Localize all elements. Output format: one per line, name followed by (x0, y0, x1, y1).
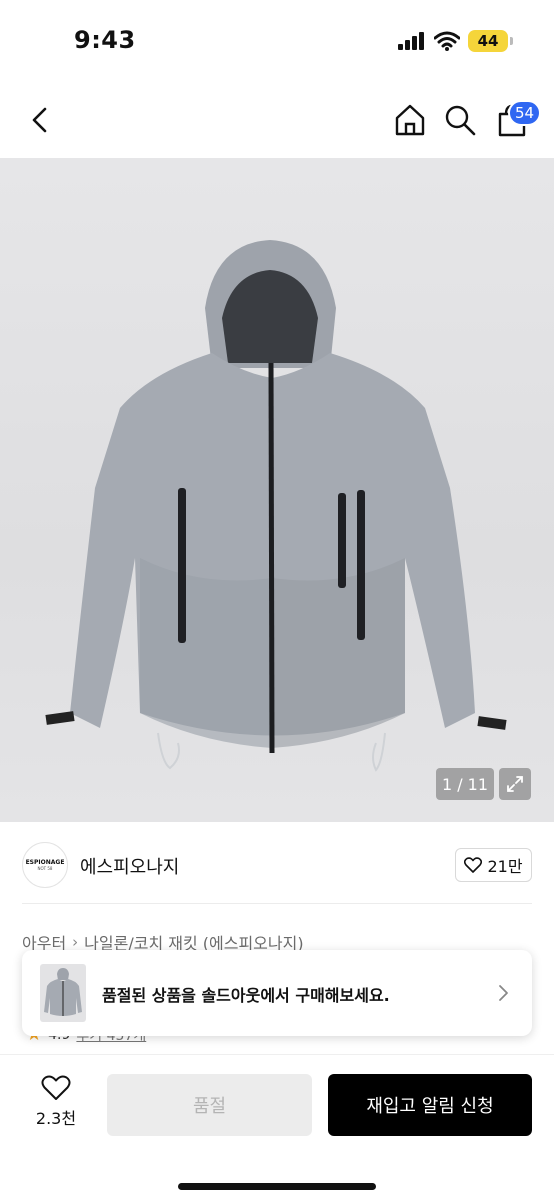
chevron-right-icon: › (72, 933, 79, 951)
chevron-right-icon (499, 985, 508, 1001)
brand-name[interactable]: 에스피오나지 (80, 853, 179, 879)
divider (22, 903, 532, 904)
heart-icon (41, 1075, 71, 1100)
wish-count: 2.3천 (35, 1109, 77, 1128)
brand-logo-text: ESPIONAGE (25, 858, 65, 866)
heart-icon (464, 857, 483, 873)
home-icon[interactable] (392, 102, 428, 138)
soldout-button: 품절 (107, 1074, 312, 1136)
status-time: 9:43 (74, 26, 136, 54)
jacket-image (45, 240, 507, 772)
battery-indicator: 44 (468, 30, 513, 52)
cart-count-badge: 54 (508, 100, 542, 126)
nav-bar (0, 84, 554, 158)
expand-icon (507, 776, 523, 792)
soldout-banner-text: 품절된 상품을 솔드아웃에서 구매해보세요. (102, 986, 390, 1005)
wifi-icon (434, 31, 460, 51)
expand-image-button[interactable] (499, 768, 531, 800)
status-bar: 9:43 44 (0, 0, 554, 84)
brand-like-count: 21만 (487, 857, 523, 876)
banner-thumbnail (40, 964, 86, 1022)
home-indicator (178, 1183, 376, 1190)
search-icon[interactable] (442, 102, 478, 138)
brand-logo-subtext: NOT 58 (37, 865, 53, 871)
product-image[interactable]: 1 / 11 (0, 158, 554, 822)
brand-like-button[interactable]: 21만 (455, 848, 532, 882)
signal-icon (398, 32, 424, 50)
wish-button[interactable]: 2.3천 (28, 1075, 84, 1139)
brand-row: ESPIONAGE NOT 58 에스피오나지 21만 (0, 838, 554, 894)
back-icon[interactable] (22, 102, 58, 138)
restock-alert-button[interactable]: 재입고 알림 신청 (328, 1074, 532, 1136)
soldout-banner[interactable]: 품절된 상품을 솔드아웃에서 구매해보세요. (22, 950, 532, 1036)
brand-logo[interactable]: ESPIONAGE NOT 58 (22, 842, 68, 888)
bottom-action-bar: 2.3천 품절 재입고 알림 신청 (0, 1054, 554, 1200)
status-icons: 44 (398, 30, 513, 52)
image-counter: 1 / 11 (436, 768, 494, 800)
jacket-thumbnail-image (44, 968, 82, 1016)
